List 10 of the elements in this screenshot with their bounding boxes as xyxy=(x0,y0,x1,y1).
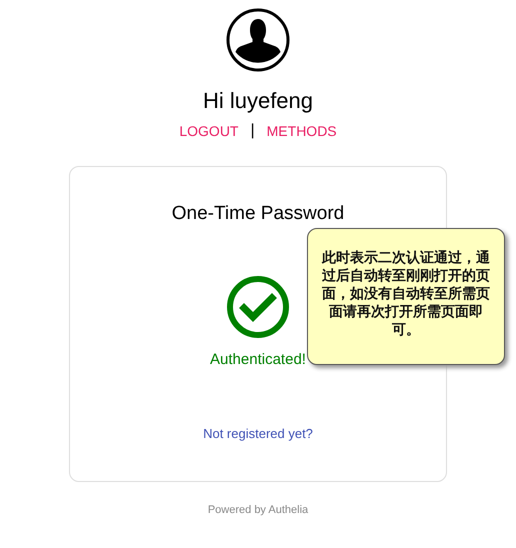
user-avatar-icon xyxy=(226,8,290,72)
register-link[interactable]: Not registered yet? xyxy=(203,426,313,441)
link-separator: | xyxy=(250,122,255,140)
card-title: One-Time Password xyxy=(172,203,344,225)
callout-note: 此时表示二次认证通过，通过后自动转至刚刚打开的页面，如没有自动转至所需页面请再次打开所需页面即可。 xyxy=(307,228,505,365)
greeting-text: Hi luyefeng xyxy=(202,88,314,114)
status-text: Authenticated! xyxy=(210,351,306,368)
footer-text: Powered by Authelia xyxy=(208,504,308,516)
nav-link[interactable]: METHODS xyxy=(266,123,337,139)
nav-link[interactable]: LOGOUT xyxy=(179,123,238,139)
